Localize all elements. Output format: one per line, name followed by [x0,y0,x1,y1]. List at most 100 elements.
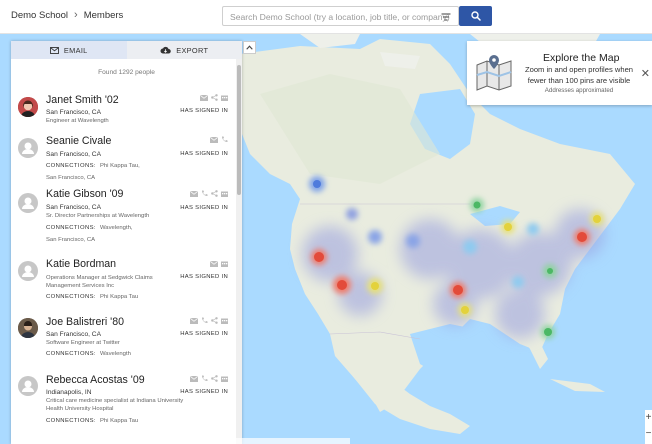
building-icon[interactable] [221,375,228,382]
signed-in-status: HAS SIGNED IN [180,151,228,157]
breadcrumb: Demo School › Members [11,10,124,22]
email-icon[interactable] [210,260,218,267]
search-input[interactable]: Search Demo School (try a location, job … [222,6,459,26]
connections-value: Phi Kappa Tau [99,294,139,300]
zoom-in-button[interactable]: + [645,410,652,426]
close-icon[interactable]: ✕ [641,67,650,80]
search-icon [470,11,481,21]
person-connections: CONNECTIONS: Phi Kappa Tau [46,294,138,300]
person-connections: CONNECTIONS: Phi Kappa Tau [46,418,138,424]
connections-label: CONNECTIONS: [46,351,96,357]
person-title: Engineer at Wavelength [46,118,109,124]
profile-photo-icon [18,97,38,117]
connections-label: CONNECTIONS: [46,163,96,169]
person-name[interactable]: Katie Gibson '09 [46,188,123,200]
scrollbar-thumb[interactable] [237,65,241,195]
signed-in-status: HAS SIGNED IN [180,389,228,395]
breadcrumb-root[interactable]: Demo School [11,10,68,21]
building-icon[interactable] [221,317,228,324]
person-title: Critical care medicine specialist at Ind… [46,398,184,413]
search-button[interactable] [459,6,492,26]
person-name[interactable]: Seanie Civale [46,135,111,147]
members-list-panel: EMAIL EXPORT Found 1292 people Janet Smi… [11,41,242,444]
person-location: San Francisco, CA [46,204,101,211]
chevron-up-icon [246,45,253,50]
email-icon[interactable] [190,190,198,197]
folded-map-icon [476,55,512,91]
connections-label: CONNECTIONS: [46,225,96,231]
email-icon [49,46,59,54]
top-bar: Demo School › Members Search Demo School… [0,0,652,34]
email-icon[interactable] [190,375,198,382]
results-count: Found 1292 people [98,69,155,76]
profile-photo-icon [18,318,38,338]
email-icon[interactable] [190,317,198,324]
share-icon[interactable] [211,375,218,382]
share-icon[interactable] [211,317,218,324]
connections-value: Phi Kappa Tau, [99,163,140,169]
list-item[interactable]: Katie Bordman Operations Manager at Sedg… [11,256,236,308]
breadcrumb-current: Members [83,10,124,21]
person-name[interactable]: Katie Bordman [46,258,116,270]
person-connections: CONNECTIONS: Phi Kappa Tau, [46,163,140,169]
share-icon[interactable] [211,94,218,101]
connections-label: CONNECTIONS: [46,418,96,424]
building-icon[interactable] [221,190,228,197]
email-button[interactable]: EMAIL [11,41,127,59]
person-name[interactable]: Janet Smith '02 [46,94,119,106]
cloud-download-icon [160,46,171,54]
connections-value: Phi Kappa Tau [99,418,139,424]
connections-value: Wavelength, [99,225,133,231]
share-icon[interactable] [211,190,218,197]
email-icon[interactable] [200,94,208,101]
person-name[interactable]: Joe Balistreri '80 [46,316,124,328]
export-button[interactable]: EXPORT [126,41,242,59]
connections-value: San Francisco, CA [46,237,96,243]
connections-value: San Francisco, CA [46,175,96,181]
person-location: San Francisco, CA [46,109,101,116]
list-item[interactable]: Janet Smith '02 San Francisco, CA Engine… [11,91,236,133]
contact-icons [210,260,228,267]
avatar[interactable] [18,138,38,158]
email-label: EMAIL [63,45,88,55]
contact-icons [190,375,228,382]
person-location: San Francisco, CA [46,151,101,158]
contact-icons [210,136,228,143]
signed-in-status: HAS SIGNED IN [180,331,228,337]
avatar[interactable] [18,97,38,117]
person-location: Indianapolis, IN [46,389,92,396]
contact-icons [190,317,228,324]
explore-title: Explore the Map [543,52,620,64]
avatar[interactable] [18,261,38,281]
list-item[interactable]: Rebecca Acostas '09 Indianapolis, IN Cri… [11,371,236,441]
collapse-panel-button[interactable] [243,41,256,54]
export-label: EXPORT [176,45,209,55]
avatar[interactable] [18,193,38,213]
zoom-out-button[interactable]: − [645,426,652,442]
phone-icon[interactable] [221,136,228,143]
building-icon[interactable] [221,94,228,101]
list-item[interactable]: Joe Balistreri '80 San Francisco, CA Sof… [11,313,236,365]
list-item[interactable]: Katie Gibson '09 San Francisco, CA Sr. D… [11,188,236,250]
person-connections-more: San Francisco, CA [46,237,95,243]
avatar[interactable] [18,318,38,338]
person-name[interactable]: Rebecca Acostas '09 [46,374,145,386]
avatar[interactable] [18,376,38,396]
phone-icon[interactable] [201,190,208,197]
list-item[interactable]: Seanie Civale San Francisco, CA CONNECTI… [11,133,236,185]
explore-map-card: Explore the Map Zoom in and open profile… [467,41,652,105]
person-connections: CONNECTIONS: Wavelength, [46,225,133,231]
phone-icon[interactable] [201,375,208,382]
user-placeholder-icon [22,265,34,277]
connections-value: Wavelength [99,351,131,357]
phone-icon[interactable] [201,317,208,324]
connections-label: CONNECTIONS: [46,294,96,300]
signed-in-status: HAS SIGNED IN [180,205,228,211]
list-scrollbar[interactable] [236,59,242,444]
explore-body: Zoom in and open profiles when fewer tha… [524,65,634,85]
explore-note: Addresses approximated [544,87,614,94]
user-placeholder-icon [22,197,34,209]
building-icon[interactable] [221,260,228,267]
email-icon[interactable] [210,136,218,143]
filter-icon[interactable] [440,11,452,23]
